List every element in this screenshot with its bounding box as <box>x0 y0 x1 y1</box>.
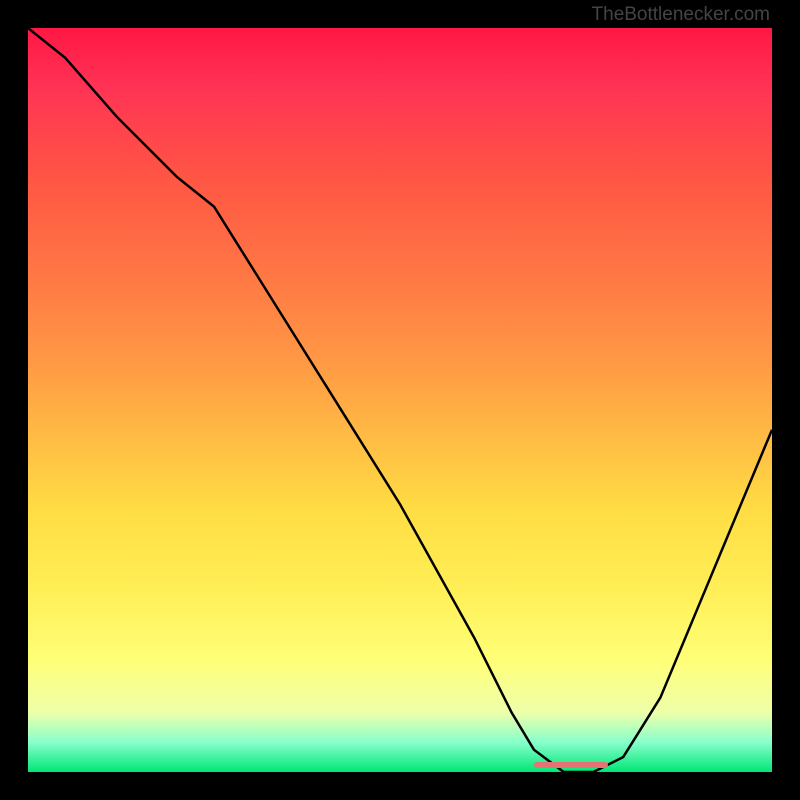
chart-plot-area <box>28 28 772 772</box>
watermark-text: TheBottlenecker.com <box>592 4 770 26</box>
bottleneck-curve-line <box>28 28 772 772</box>
optimal-range-marker <box>534 762 608 768</box>
chart-curve-svg <box>28 28 772 772</box>
